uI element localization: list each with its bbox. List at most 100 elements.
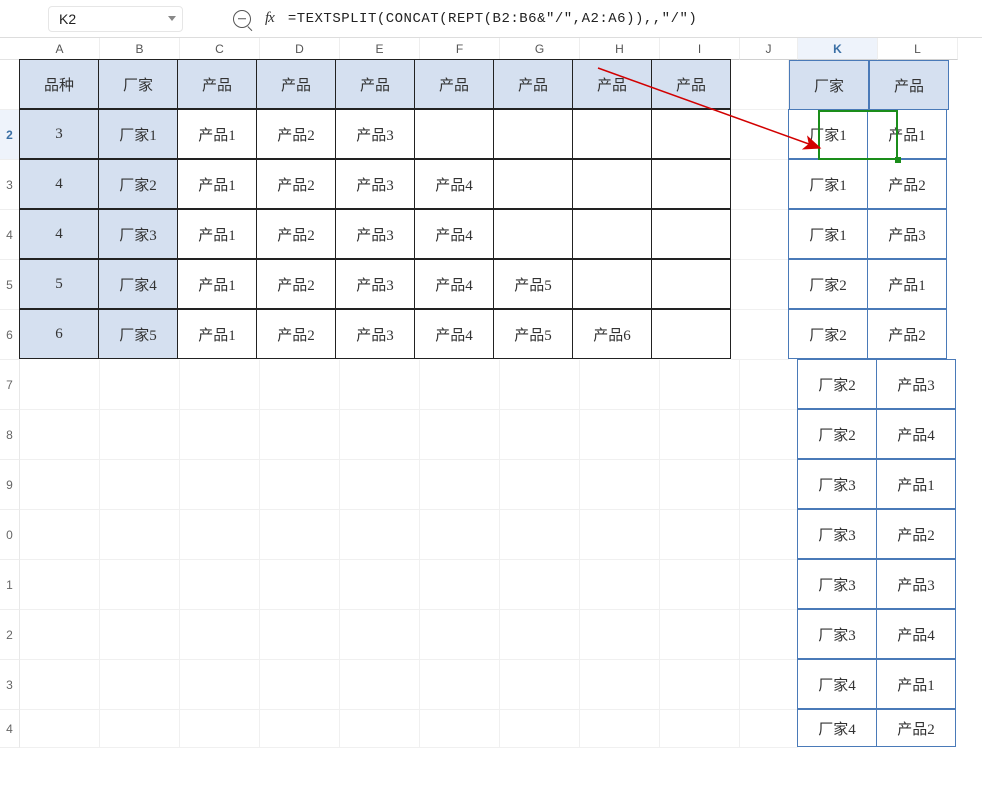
row-header[interactable]: 3: [0, 160, 20, 210]
cell[interactable]: [493, 209, 573, 259]
cell[interactable]: [740, 460, 798, 510]
cell[interactable]: 厂家1: [788, 159, 868, 209]
cell[interactable]: [260, 610, 340, 660]
cell[interactable]: [260, 460, 340, 510]
cell[interactable]: [572, 209, 652, 259]
cell[interactable]: [260, 560, 340, 610]
cell[interactable]: 产品4: [876, 609, 956, 659]
col-header-K[interactable]: K: [798, 38, 878, 60]
cell[interactable]: [651, 259, 731, 309]
cell[interactable]: [180, 460, 260, 510]
col-header-A[interactable]: A: [20, 38, 100, 60]
cell[interactable]: 5: [19, 259, 99, 309]
cell[interactable]: 产品3: [876, 359, 956, 409]
name-box[interactable]: K2: [48, 6, 183, 32]
cell[interactable]: 产品2: [256, 209, 336, 259]
cell[interactable]: [20, 610, 100, 660]
cell[interactable]: 产品3: [867, 209, 947, 259]
cell[interactable]: [660, 510, 740, 560]
cell[interactable]: 厂家: [789, 60, 869, 110]
cell[interactable]: [340, 660, 420, 710]
cell[interactable]: [500, 360, 580, 410]
cell[interactable]: [580, 710, 660, 748]
col-header-J[interactable]: J: [740, 38, 798, 60]
cell[interactable]: 产品2: [256, 259, 336, 309]
row-header[interactable]: 2: [0, 110, 20, 160]
cell[interactable]: 3: [19, 109, 99, 159]
chevron-down-icon[interactable]: [168, 16, 176, 21]
cell[interactable]: [731, 210, 789, 260]
cell[interactable]: [731, 160, 789, 210]
col-header-F[interactable]: F: [420, 38, 500, 60]
cell[interactable]: [180, 710, 260, 748]
cell[interactable]: [180, 660, 260, 710]
row-header[interactable]: 7: [0, 360, 20, 410]
cell[interactable]: [340, 410, 420, 460]
col-header-H[interactable]: H: [580, 38, 660, 60]
cell[interactable]: [100, 410, 180, 460]
cell[interactable]: 厂家: [98, 59, 178, 109]
cell[interactable]: [420, 610, 500, 660]
cell[interactable]: [660, 410, 740, 460]
cell[interactable]: [731, 260, 789, 310]
cell[interactable]: [260, 510, 340, 560]
row-header[interactable]: 5: [0, 260, 20, 310]
cell[interactable]: [731, 310, 789, 360]
cell[interactable]: [740, 660, 798, 710]
cell[interactable]: 产品1: [177, 159, 257, 209]
col-header-C[interactable]: C: [180, 38, 260, 60]
cell[interactable]: [20, 510, 100, 560]
cell[interactable]: [420, 410, 500, 460]
row-header[interactable]: 2: [0, 610, 20, 660]
cell[interactable]: [340, 510, 420, 560]
cell[interactable]: [260, 410, 340, 460]
cell[interactable]: 厂家3: [797, 509, 877, 559]
cell[interactable]: [651, 159, 731, 209]
cell[interactable]: [180, 410, 260, 460]
cell[interactable]: 产品2: [867, 309, 947, 359]
cell[interactable]: [20, 360, 100, 410]
cell[interactable]: [100, 360, 180, 410]
cell[interactable]: 6: [19, 309, 99, 359]
cell[interactable]: 厂家1: [788, 109, 868, 159]
cell[interactable]: [100, 460, 180, 510]
col-header-D[interactable]: D: [260, 38, 340, 60]
cell[interactable]: [340, 560, 420, 610]
cell[interactable]: 产品1: [867, 109, 947, 159]
cell[interactable]: [180, 610, 260, 660]
cell[interactable]: [493, 159, 573, 209]
cell[interactable]: [580, 610, 660, 660]
cell[interactable]: [740, 560, 798, 610]
cell[interactable]: 4: [19, 159, 99, 209]
cell[interactable]: 产品4: [414, 209, 494, 259]
cell[interactable]: [340, 360, 420, 410]
cell[interactable]: 产品: [493, 59, 573, 109]
cell[interactable]: 产品3: [335, 109, 415, 159]
row-header[interactable]: 1: [0, 560, 20, 610]
cell[interactable]: 产品2: [876, 509, 956, 559]
col-header-B[interactable]: B: [100, 38, 180, 60]
cell[interactable]: 产品2: [256, 159, 336, 209]
cell[interactable]: 厂家1: [788, 209, 868, 259]
cell[interactable]: [660, 710, 740, 748]
cell[interactable]: 厂家1: [98, 109, 178, 159]
cell[interactable]: 产品3: [335, 259, 415, 309]
cell[interactable]: 厂家2: [788, 309, 868, 359]
cell[interactable]: [651, 209, 731, 259]
cell[interactable]: [660, 610, 740, 660]
cell[interactable]: 产品: [414, 59, 494, 109]
formula-input[interactable]: [288, 11, 982, 27]
cell[interactable]: [740, 510, 798, 560]
cell[interactable]: [572, 159, 652, 209]
cell[interactable]: [20, 460, 100, 510]
cell[interactable]: 产品1: [177, 109, 257, 159]
cell[interactable]: 产品6: [572, 309, 652, 359]
cell[interactable]: [420, 560, 500, 610]
cell[interactable]: [660, 560, 740, 610]
cell[interactable]: [420, 710, 500, 748]
cell[interactable]: 产品4: [414, 309, 494, 359]
cell[interactable]: [20, 660, 100, 710]
cell[interactable]: [260, 360, 340, 410]
cell[interactable]: [500, 610, 580, 660]
row-header[interactable]: 3: [0, 660, 20, 710]
